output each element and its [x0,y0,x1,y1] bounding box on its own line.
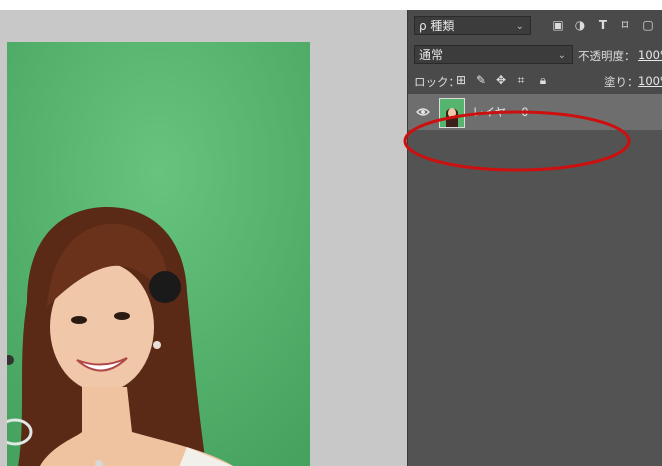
chevron-down-icon: ⌄ [515,21,524,32]
document-canvas[interactable] [7,42,310,466]
eye-icon[interactable] [416,105,430,119]
opacity-label: 不透明度： [578,49,636,63]
lock-row: ロック： ⊞ ✎ ✥ ⌗ 🔒︎ 塗り： 100% [408,68,662,95]
smart-object-filter-icon[interactable]: ▢ [641,18,655,32]
blend-row: 通常 ⌄ 不透明度： 100% [408,42,662,68]
layer-filter-dropdown[interactable]: ρ 種類 ⌄ [414,16,531,35]
layer-row[interactable]: レイヤー 0 [408,94,662,130]
lock-paint-icon[interactable]: ✎ [474,73,488,87]
lock-all-icon[interactable]: 🔒︎ [536,73,550,87]
blend-mode-label: 通常 [419,48,444,62]
adjustment-filter-icon[interactable]: ◑ [573,18,587,32]
image-filter-icon[interactable]: ▣ [551,18,565,32]
blend-mode-dropdown[interactable]: 通常 ⌄ [414,45,573,64]
shape-filter-icon[interactable]: ⌑ [618,18,632,32]
photo-woman-greenscreen [7,42,310,466]
layer-name[interactable]: レイヤー 0 [472,104,529,120]
fill-value[interactable]: 100% [638,74,662,88]
chevron-down-icon: ⌄ [557,50,566,61]
layers-panel: ρ 種類 ⌄ ▣ ◑ T ⌑ ▢ 通常 ⌄ 不透明度： 100% ロック： ⊞ … [407,10,662,466]
layer-filter-row: ρ 種類 ⌄ ▣ ◑ T ⌑ ▢ [408,10,662,42]
filter-kind-label: ρ 種類 [419,19,455,33]
fill-label: 塗り： [604,75,639,89]
type-filter-icon[interactable]: T [596,18,610,32]
lock-artboard-icon[interactable]: ⌗ [514,73,528,87]
canvas-area[interactable] [0,10,407,466]
opacity-value[interactable]: 100% [638,48,662,62]
layer-thumbnail[interactable] [439,98,465,128]
lock-move-icon[interactable]: ✥ [494,73,508,87]
lock-transparent-icon[interactable]: ⊞ [454,73,468,87]
